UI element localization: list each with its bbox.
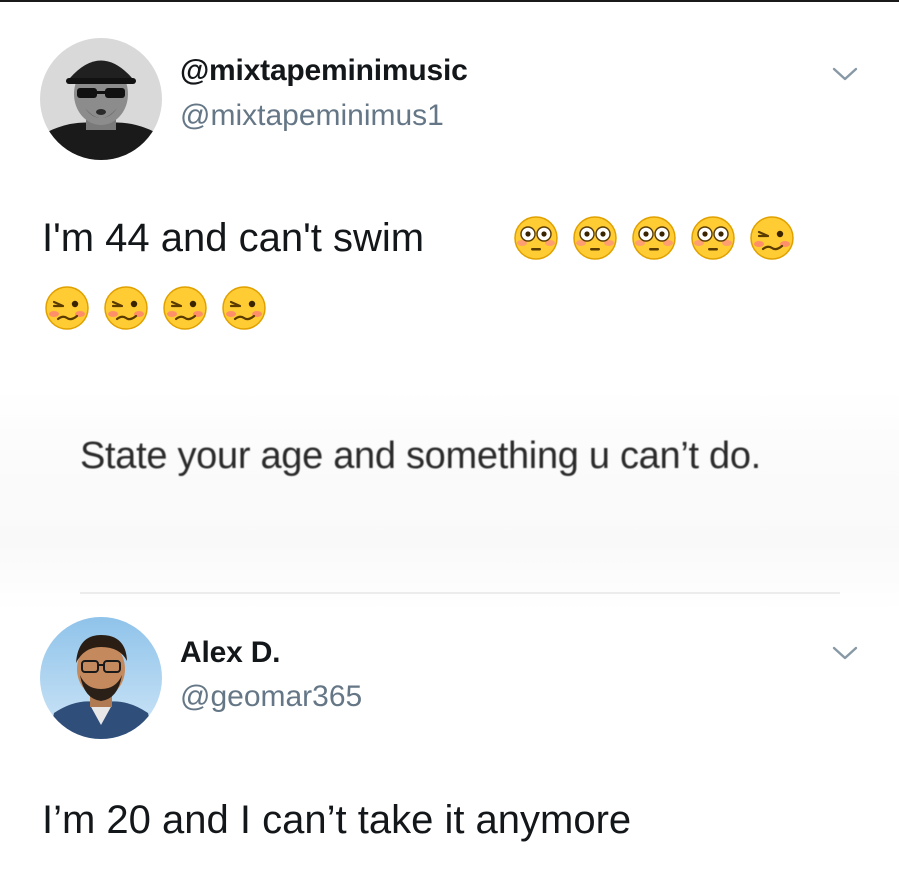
tweet-text: I'm 44 and can't swim	[42, 216, 425, 260]
user-handle[interactable]: @geomar365	[180, 680, 362, 714]
display-name[interactable]: @mixtapeminimusic	[180, 54, 468, 88]
flushed-face-emoji-icon	[573, 216, 617, 260]
chevron-down-icon[interactable]	[830, 64, 860, 84]
woozy-face-emoji-icon	[163, 286, 207, 330]
quoted-tweet-text: State your age and something u can’t do.	[80, 435, 761, 477]
avatar-photo	[40, 38, 162, 160]
woozy-face-emoji-icon	[750, 216, 794, 260]
user-handle[interactable]: @mixtapeminimus1	[180, 99, 444, 133]
woozy-face-emoji-icon	[45, 286, 89, 330]
tweet-text: I’m 20 and I can’t take it anymore	[42, 798, 632, 842]
top-border	[0, 0, 899, 2]
woozy-face-emoji-icon	[222, 286, 266, 330]
flushed-face-emoji-icon	[514, 216, 558, 260]
chevron-down-icon[interactable]	[830, 643, 860, 663]
avatar-photo	[40, 617, 162, 739]
divider	[80, 592, 840, 594]
avatar-alex-d[interactable]	[40, 617, 162, 739]
emoji-row	[44, 285, 267, 331]
flushed-face-emoji-icon	[691, 216, 735, 260]
quoted-screenshot	[0, 390, 899, 610]
emoji-row	[513, 215, 795, 261]
screenshot-frame: @mixtapeminimusic @mixtapeminimus1 I'm 4…	[0, 0, 899, 890]
woozy-face-emoji-icon	[104, 286, 148, 330]
display-name[interactable]: Alex D.	[180, 636, 281, 670]
flushed-face-emoji-icon	[632, 216, 676, 260]
avatar-mixtapeminimusic[interactable]	[40, 38, 162, 160]
